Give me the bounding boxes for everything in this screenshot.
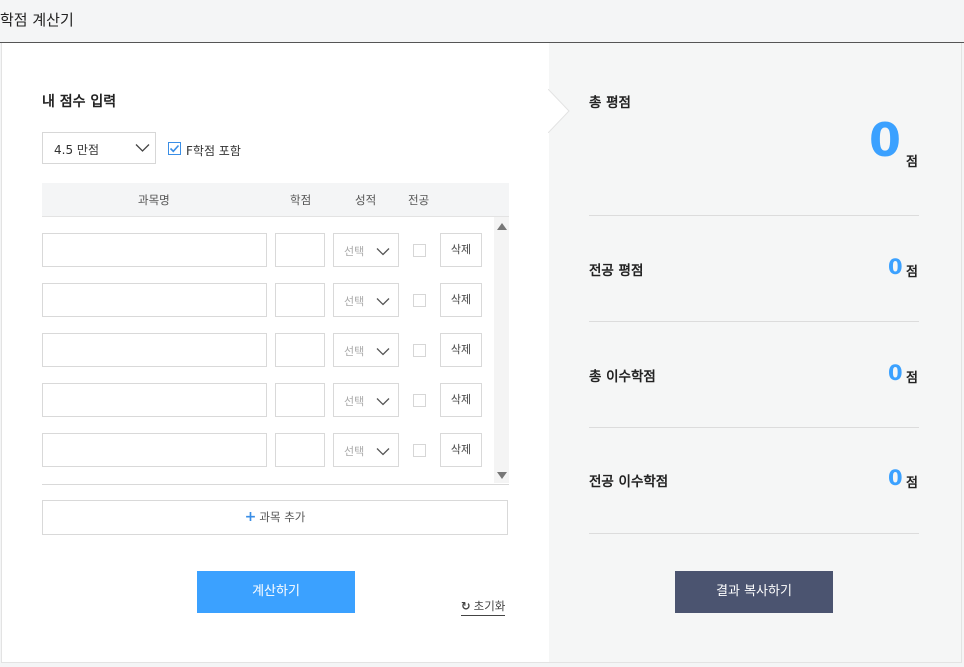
input-panel: 내 점수 입력 4.5 만점 F학점 포함 과목명 학점 성적 전공 선택 삭제 xyxy=(1,43,550,663)
result-divider xyxy=(589,533,919,534)
refresh-icon: ↻ xyxy=(461,599,471,613)
check-icon xyxy=(169,144,180,153)
copy-result-button[interactable]: 결과 복사하기 xyxy=(675,571,833,613)
delete-button[interactable]: 삭제 xyxy=(440,233,482,267)
scroll-down-icon[interactable] xyxy=(497,472,507,479)
table-row: 선택 삭제 xyxy=(42,233,509,267)
course-name-input[interactable] xyxy=(42,433,267,467)
grade-select[interactable]: 선택 xyxy=(333,233,399,267)
column-header-credit: 학점 xyxy=(290,193,312,207)
rows-divider xyxy=(42,484,509,485)
table-row: 선택 삭제 xyxy=(42,333,509,367)
app-header: 학점 계산기 xyxy=(0,0,964,43)
credit-input[interactable] xyxy=(275,333,325,367)
total-credits-value: 0 xyxy=(888,361,903,385)
total-gpa-value: 0 xyxy=(869,113,902,167)
credit-input[interactable] xyxy=(275,433,325,467)
major-checkbox[interactable] xyxy=(413,444,426,457)
major-checkbox[interactable] xyxy=(413,244,426,257)
reset-label: 초기화 xyxy=(473,599,506,613)
delete-button[interactable]: 삭제 xyxy=(440,383,482,417)
credit-input[interactable] xyxy=(275,383,325,417)
result-divider xyxy=(589,321,919,322)
chevron-down-icon xyxy=(376,248,390,256)
grade-select[interactable]: 선택 xyxy=(333,333,399,367)
reset-button[interactable]: ↻ 초기화 xyxy=(461,598,506,616)
course-name-input[interactable] xyxy=(42,233,267,267)
panel-arrow xyxy=(548,89,570,133)
major-checkbox[interactable] xyxy=(413,394,426,407)
app-title: 학점 계산기 xyxy=(0,11,74,29)
course-name-input[interactable] xyxy=(42,383,267,417)
calculate-button[interactable]: 계산하기 xyxy=(197,571,355,613)
major-gpa-label: 전공 평점 xyxy=(589,263,644,279)
table-row: 선택 삭제 xyxy=(42,433,509,467)
rows-scrollbar[interactable] xyxy=(494,217,509,483)
course-name-input[interactable] xyxy=(42,333,267,367)
grade-select[interactable]: 선택 xyxy=(333,283,399,317)
chevron-down-icon xyxy=(376,298,390,306)
course-name-input[interactable] xyxy=(42,283,267,317)
grade-select-placeholder: 선택 xyxy=(344,345,365,358)
scale-select-value: 4.5 만점 xyxy=(54,143,99,157)
table-header: 과목명 학점 성적 전공 xyxy=(42,183,509,217)
input-section-title: 내 점수 입력 xyxy=(42,94,117,110)
major-checkbox[interactable] xyxy=(413,294,426,307)
result-panel: 총 평점 0 점 전공 평점 0 점 총 이수학점 0 점 전공 이수학점 0 … xyxy=(549,43,962,663)
table-row: 선택 삭제 xyxy=(42,383,509,417)
grade-select-placeholder: 선택 xyxy=(344,395,365,408)
credit-input[interactable] xyxy=(275,233,325,267)
f-grade-checkbox[interactable] xyxy=(168,142,181,155)
major-checkbox[interactable] xyxy=(413,344,426,357)
table-row: 선택 삭제 xyxy=(42,283,509,317)
delete-button[interactable]: 삭제 xyxy=(440,433,482,467)
chevron-down-icon xyxy=(135,144,150,152)
column-header-name: 과목명 xyxy=(138,193,170,207)
grade-select-placeholder: 선택 xyxy=(344,245,365,258)
scale-select[interactable]: 4.5 만점 xyxy=(42,132,156,164)
f-grade-label: F학점 포함 xyxy=(186,144,241,158)
course-rows: 선택 삭제 선택 삭제 선택 삭제 선택 삭제 선택 삭제 xyxy=(42,217,509,483)
chevron-down-icon xyxy=(376,398,390,406)
delete-button[interactable]: 삭제 xyxy=(440,283,482,317)
major-gpa-value: 0 xyxy=(888,255,903,279)
major-gpa-unit: 점 xyxy=(906,265,918,280)
scroll-up-icon[interactable] xyxy=(497,223,507,230)
total-gpa-unit: 점 xyxy=(906,155,918,170)
grade-select[interactable]: 선택 xyxy=(333,433,399,467)
credit-input[interactable] xyxy=(275,283,325,317)
delete-button[interactable]: 삭제 xyxy=(440,333,482,367)
column-header-grade: 성적 xyxy=(355,193,377,207)
major-credits-label: 전공 이수학점 xyxy=(589,474,669,490)
chevron-down-icon xyxy=(376,448,390,456)
major-credits-unit: 점 xyxy=(906,476,918,491)
column-header-major: 전공 xyxy=(408,193,430,207)
result-divider xyxy=(589,215,919,216)
total-gpa-label: 총 평점 xyxy=(589,95,631,111)
total-credits-label: 총 이수학점 xyxy=(589,369,656,385)
grade-select[interactable]: 선택 xyxy=(333,383,399,417)
total-credits-unit: 점 xyxy=(906,371,918,386)
add-course-label: 과목 추가 xyxy=(259,510,306,524)
grade-select-placeholder: 선택 xyxy=(344,295,365,308)
plus-icon: + xyxy=(244,509,257,525)
chevron-down-icon xyxy=(376,348,390,356)
add-course-button[interactable]: + 과목 추가 xyxy=(42,500,508,535)
result-divider xyxy=(589,427,919,428)
major-credits-value: 0 xyxy=(888,466,903,490)
grade-select-placeholder: 선택 xyxy=(344,445,365,458)
